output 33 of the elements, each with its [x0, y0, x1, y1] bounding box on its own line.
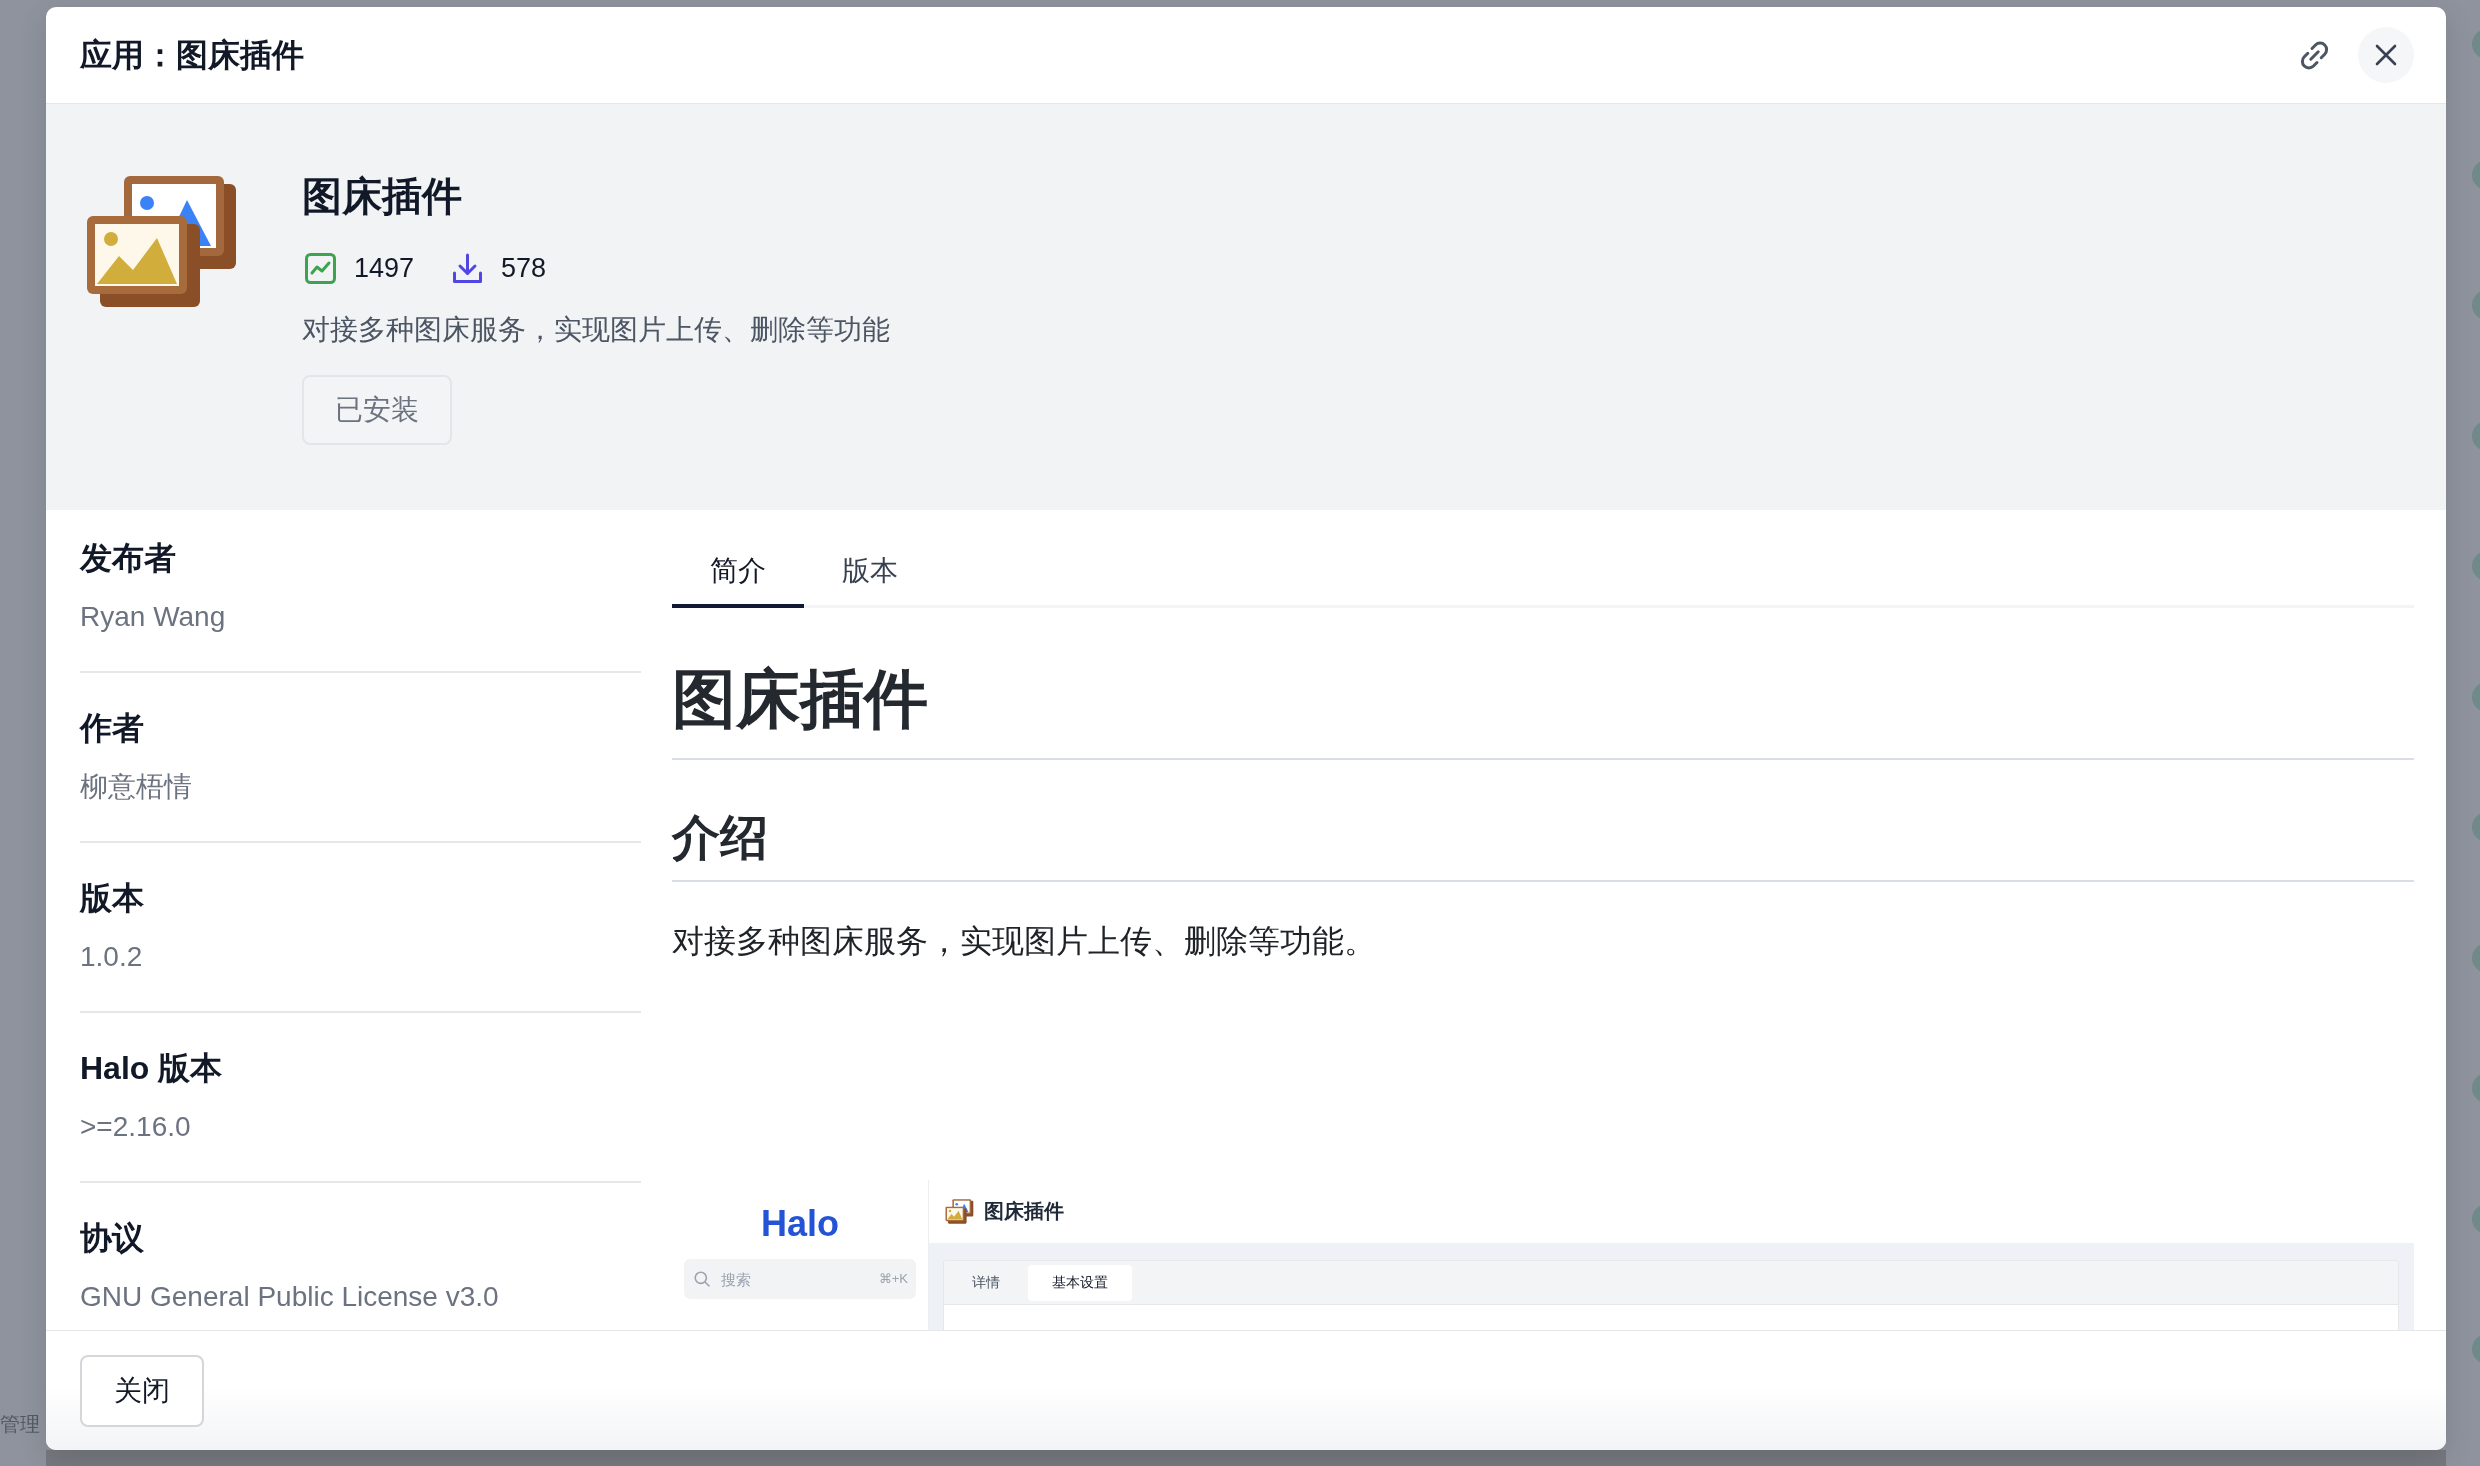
detail-value: >=2.16.0: [80, 1110, 191, 1144]
tab[interactable]: 详情: [948, 1264, 1024, 1301]
detail-label: 发布者: [80, 539, 176, 578]
detail-value: 1.0.2: [80, 940, 143, 974]
readme-title: 图床插件: [672, 659, 2414, 760]
tab[interactable]: 简介: [672, 533, 804, 608]
detail-value: Ryan Wang: [80, 600, 226, 634]
detail-value: 柳意梧情: [80, 770, 192, 804]
page-title: 图床插件: [984, 1199, 1064, 1224]
images-icon: [944, 1196, 975, 1227]
dialog-title: 应用：图床插件: [80, 36, 304, 75]
tab[interactable]: 版本: [804, 533, 936, 608]
views-count: 1497: [354, 252, 415, 285]
search-icon: [694, 1271, 710, 1287]
chart-icon: [305, 252, 336, 284]
logo-text: Halo: [761, 1204, 839, 1244]
close-icon: [2375, 44, 2397, 66]
detail-value: GNU General Public License v3.0: [80, 1280, 499, 1314]
close-button[interactable]: 关闭: [80, 1355, 204, 1427]
detail-label: 作者: [80, 709, 144, 748]
readme-heading: 介绍: [672, 808, 2414, 882]
detail-label: Halo 版本: [80, 1049, 223, 1088]
detail-label: 协议: [80, 1219, 144, 1258]
detail-label: 版本: [80, 879, 144, 918]
menu-label: 管理: [0, 1412, 40, 1436]
plugin-description: 对接多种图床服务，实现图片上传、删除等功能: [302, 313, 890, 347]
tab[interactable]: 基本设置: [1028, 1264, 1132, 1301]
shortcut-hint: ⌘+K: [878, 1271, 908, 1287]
download-icon: [452, 252, 484, 284]
images-icon: [87, 176, 237, 308]
readme-paragraph: 对接多种图床服务，实现图片上传、删除等功能。: [672, 922, 1377, 961]
plugin-name: 图床插件: [302, 173, 462, 220]
downloads-count: 578: [501, 252, 547, 285]
